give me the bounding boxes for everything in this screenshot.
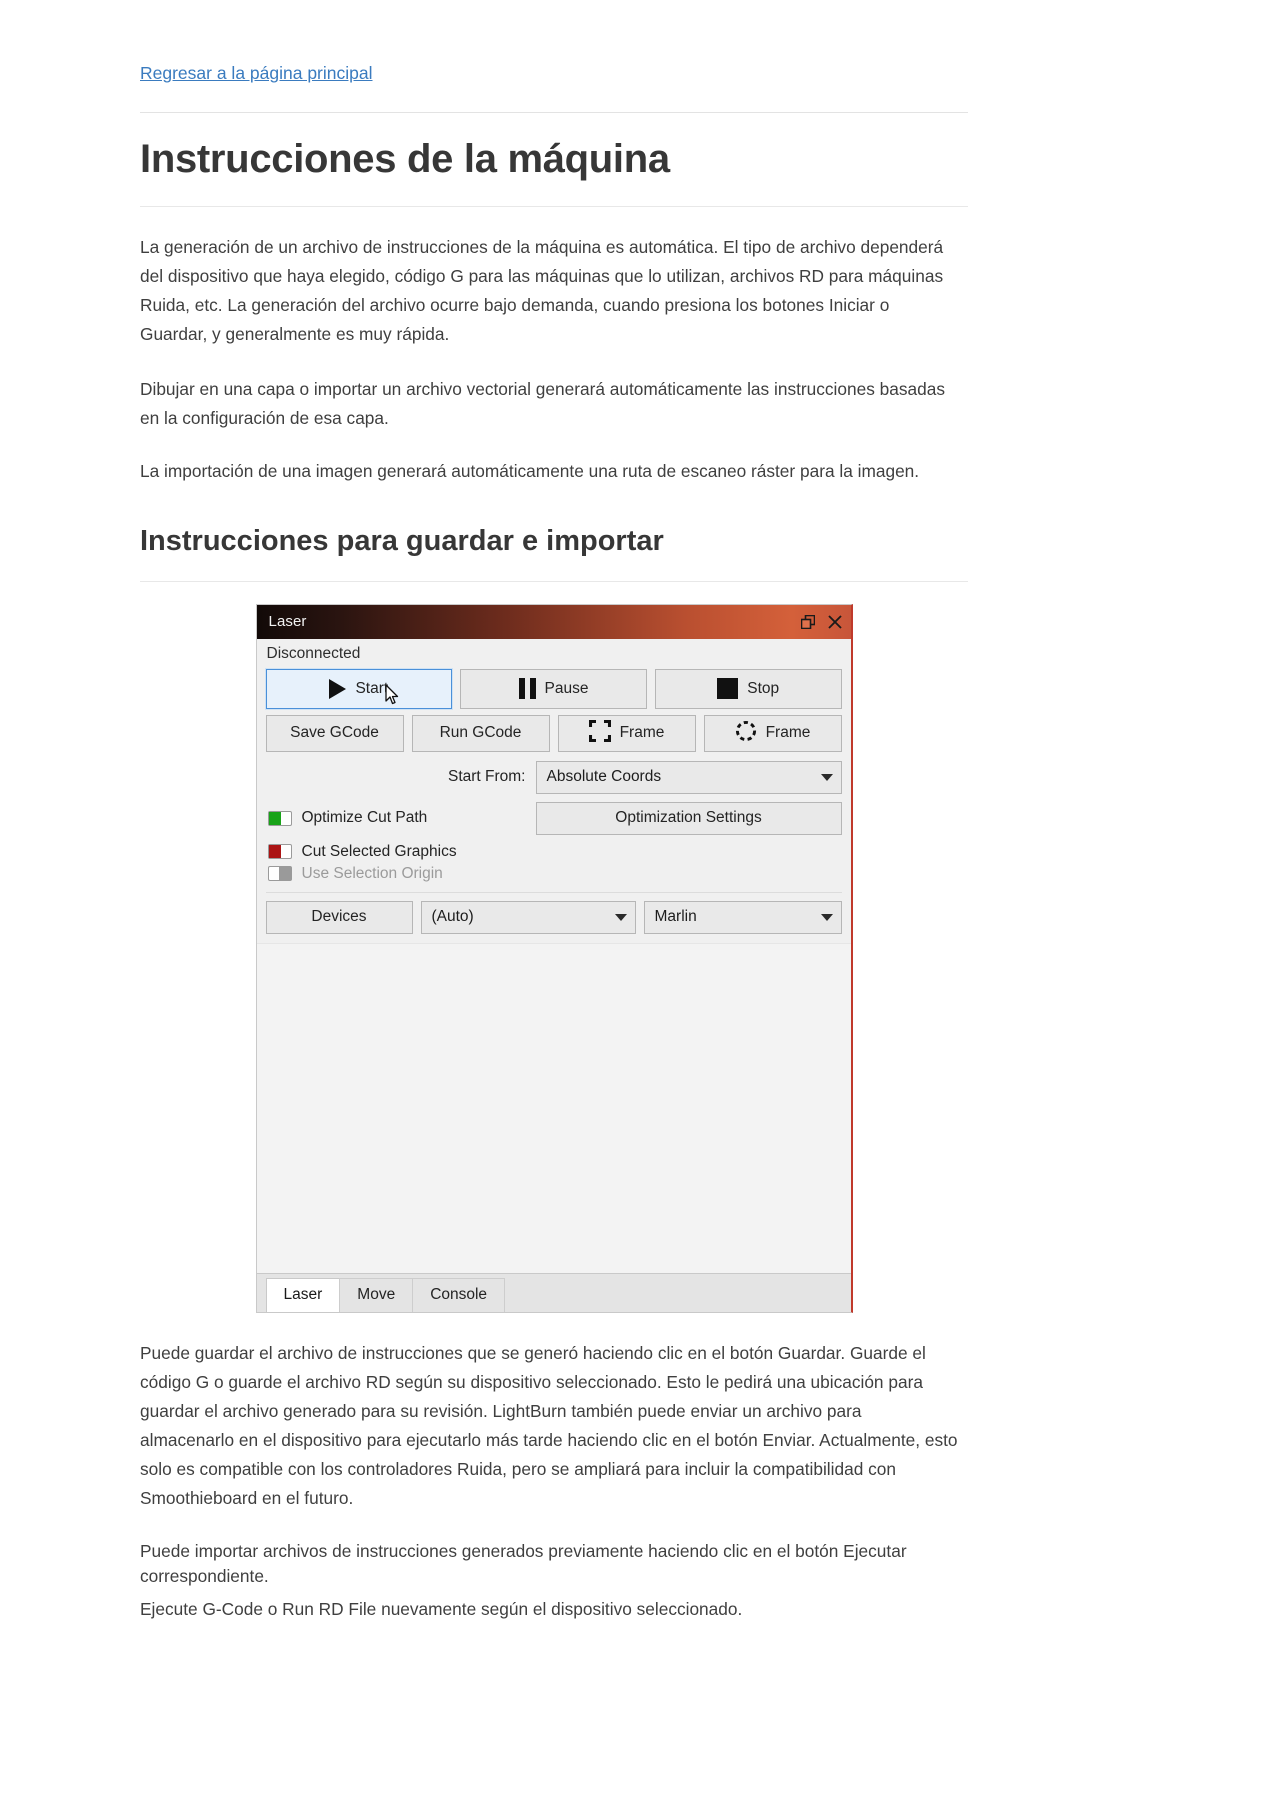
document-page: Regresar a la página principal Instrucci… — [0, 0, 1280, 1811]
paragraph-3: La importación de una imagen generará au… — [140, 461, 920, 482]
divider-top — [140, 111, 968, 113]
tab-console-label: Console — [430, 1285, 488, 1303]
start-from-row: Start From: Absolute Coords — [257, 752, 851, 794]
start-from-value: Absolute Coords — [546, 768, 662, 786]
frame-dashed-label: Frame — [765, 724, 811, 742]
frame-square-icon — [588, 719, 611, 747]
cut-selected-graphics-toggle[interactable] — [267, 844, 292, 860]
paragraph-2: Dibujar en una capa o importar un archiv… — [140, 378, 945, 428]
close-icon[interactable] — [827, 615, 842, 629]
start-from-select[interactable]: Absolute Coords — [535, 760, 842, 794]
pause-button[interactable]: Pause — [460, 668, 647, 709]
run-gcode-label: Run GCode — [439, 724, 522, 742]
panel-empty-area — [256, 942, 851, 1273]
devices-row: Devices (Auto) Marlin — [257, 893, 851, 934]
tab-move[interactable]: Move — [339, 1277, 414, 1312]
frame-dashed-icon — [735, 720, 757, 747]
cut-selected-graphics-row: Cut Selected Graphics — [257, 835, 851, 861]
stop-icon — [717, 678, 739, 700]
use-selection-origin-toggle[interactable] — [267, 866, 292, 882]
divider-under-subtitle — [140, 580, 968, 582]
tab-laser[interactable]: Laser — [265, 1277, 341, 1312]
use-selection-origin-label: Use Selection Origin — [301, 864, 443, 882]
stop-button[interactable]: Stop — [654, 668, 842, 709]
optimize-cut-path-toggle[interactable] — [267, 810, 292, 826]
devices-button-label: Devices — [311, 908, 367, 926]
stop-button-label: Stop — [747, 679, 780, 697]
divider-under-title — [140, 205, 968, 207]
cut-selected-graphics-label: Cut Selected Graphics — [301, 842, 457, 860]
chevron-down-icon — [820, 913, 833, 921]
primary-button-row: Start Pause Stop — [257, 667, 851, 710]
save-gcode-label: Save GCode — [290, 724, 379, 742]
start-button[interactable]: Start — [264, 667, 454, 710]
device-profile-select[interactable]: Marlin — [643, 900, 842, 934]
laser-panel: Laser Disconnected Start Pause Stop Save… — [255, 603, 853, 1313]
play-icon — [329, 678, 347, 699]
pause-icon — [518, 678, 536, 700]
secondary-button-row: Save GCode Run GCode Frame Frame — [257, 709, 851, 752]
frame-square-label: Frame — [619, 724, 665, 742]
back-to-main-page-link[interactable]: Regresar a la página principal — [140, 62, 373, 85]
start-from-label: Start From: — [447, 768, 526, 786]
pause-button-label: Pause — [544, 679, 589, 697]
port-select[interactable]: (Auto) — [420, 900, 636, 934]
devices-button[interactable]: Devices — [265, 900, 413, 934]
port-value: (Auto) — [431, 908, 474, 926]
tab-console[interactable]: Console — [412, 1277, 506, 1312]
chevron-down-icon — [820, 773, 833, 781]
optimize-cut-path-row: Optimize Cut Path Optimization Settings — [257, 794, 851, 835]
tab-move-label: Move — [357, 1285, 396, 1303]
optimization-settings-button[interactable]: Optimization Settings — [535, 801, 842, 835]
float-window-icon[interactable] — [800, 614, 815, 629]
optimize-cut-path-label: Optimize Cut Path — [301, 809, 428, 827]
connection-status: Disconnected — [256, 638, 851, 667]
save-gcode-button[interactable]: Save GCode — [265, 714, 404, 752]
laser-panel-title: Laser — [268, 613, 307, 631]
chevron-down-icon — [614, 913, 627, 921]
paragraph-5: Puede importar archivos de instrucciones… — [140, 1541, 907, 1587]
start-button-label: Start — [355, 679, 389, 697]
panel-tabs: Laser Move Console — [256, 1272, 851, 1312]
optimization-settings-label: Optimization Settings — [615, 809, 762, 827]
paragraph-6: Ejecute G-Code o Run RD File nuevamente … — [140, 1599, 743, 1620]
document-content: Regresar a la página principal Instrucci… — [0, 0, 1280, 1622]
run-gcode-button[interactable]: Run GCode — [411, 714, 550, 752]
device-profile-value: Marlin — [654, 908, 697, 926]
frame-dashed-button[interactable]: Frame — [703, 714, 842, 752]
paragraph-1: La generación de un archivo de instrucci… — [140, 236, 944, 344]
laser-panel-titlebar: Laser — [256, 604, 851, 639]
frame-square-button[interactable]: Frame — [557, 714, 696, 752]
paragraph-4: Puede guardar el archivo de instruccione… — [140, 1342, 958, 1509]
use-selection-origin-row: Use Selection Origin — [257, 861, 851, 883]
laser-panel-screenshot: Laser Disconnected Start Pause Stop Save… — [140, 603, 968, 1313]
tab-laser-label: Laser — [283, 1285, 323, 1303]
section-heading-save-import: Instrucciones para guardar e importar — [140, 525, 664, 558]
page-title: Instrucciones de la máquina — [140, 136, 670, 181]
